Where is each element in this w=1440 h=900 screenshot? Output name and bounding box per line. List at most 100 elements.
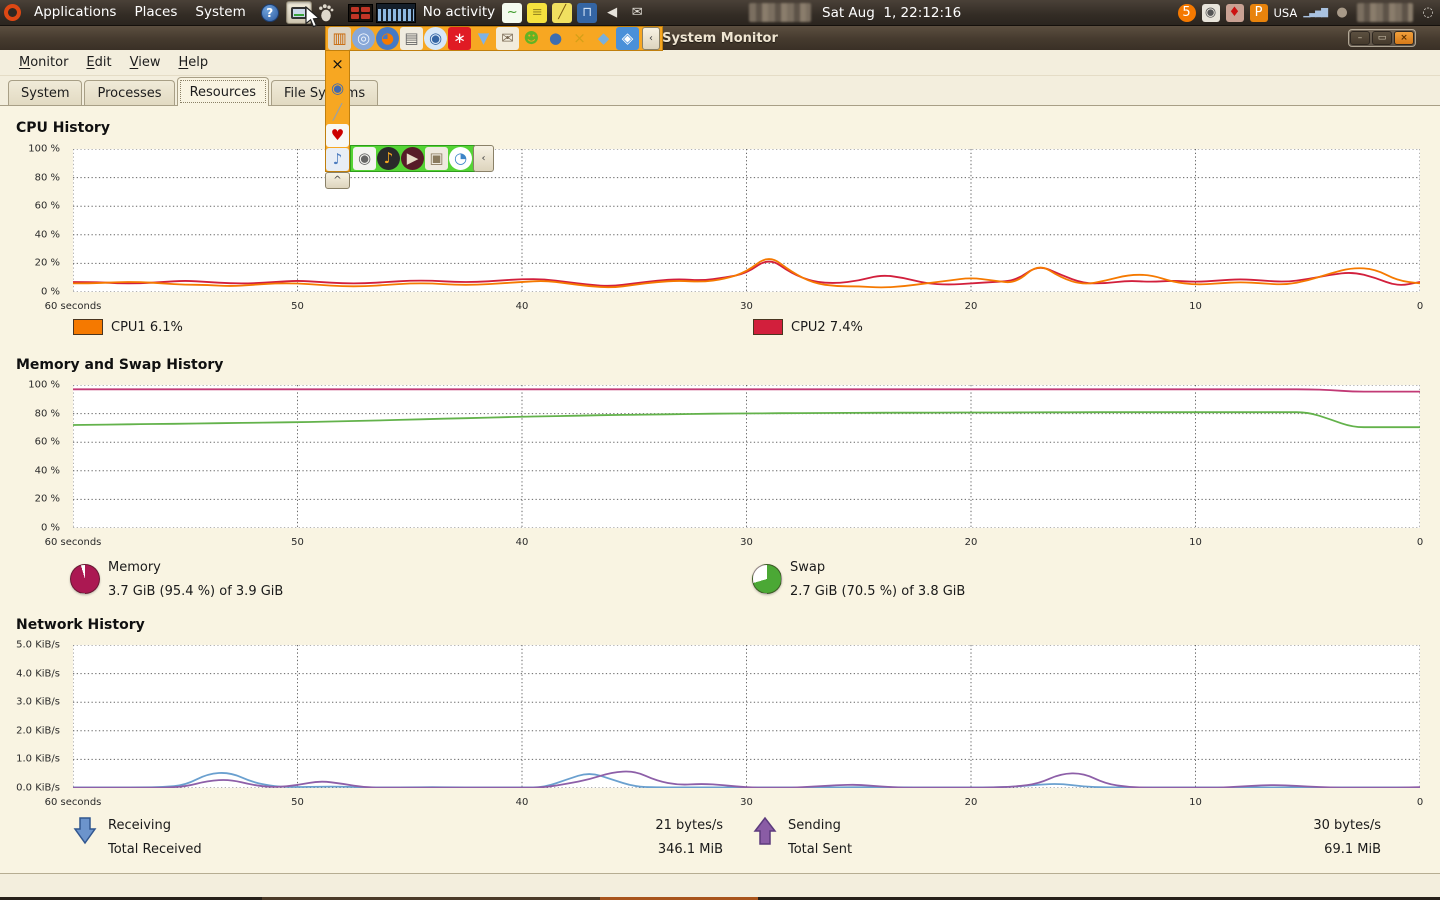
speaker-tray-icon[interactable]: ◉: [1201, 3, 1220, 22]
media-row-collapse-button[interactable]: ‹: [473, 145, 494, 172]
mail-app-icon[interactable]: ✉: [496, 27, 519, 50]
xchat-icon[interactable]: ×: [568, 27, 591, 50]
memory-swap-chart: [73, 385, 1420, 528]
ubuntu-logo-icon[interactable]: [4, 4, 21, 21]
menu-places[interactable]: Places: [125, 0, 186, 25]
news-reader-icon[interactable]: ▤: [400, 27, 423, 50]
drawer-media-row: ◉ ♪ ▶ ▣ ◔: [350, 145, 475, 172]
axis-tick: 20: [964, 301, 978, 312]
axis-tick: 60 seconds: [44, 797, 102, 808]
axis-tick: 1.0 KiB/s: [16, 753, 60, 765]
flame-icon[interactable]: ♦: [1225, 3, 1244, 22]
cards-icon[interactable]: ♥: [326, 124, 349, 148]
workspace-switcher[interactable]: [347, 3, 373, 22]
sending-label: Sending: [788, 818, 841, 833]
speaker-box-icon[interactable]: ◉: [353, 147, 376, 170]
axis-tick: 60 seconds: [44, 537, 102, 548]
signal-bars-icon[interactable]: ▁▃▅▇: [1303, 8, 1328, 18]
photos-icon[interactable]: ▣: [425, 147, 448, 170]
memory-value: 3.7 GiB (95.4 %) of 3.9 GiB: [108, 584, 284, 599]
axis-tick: 0 %: [40, 286, 60, 298]
swap-label: Swap: [790, 560, 826, 575]
menu-system[interactable]: System: [186, 0, 254, 25]
map-pin-icon[interactable]: ◈: [616, 27, 639, 50]
clock[interactable]: Sat Aug 1, 22:12:16: [822, 0, 961, 26]
cpu-x-axis: 60 seconds 50 40 30 20 10 0: [45, 301, 1424, 313]
chromium-icon[interactable]: ◎: [352, 27, 375, 50]
lock-icon[interactable]: ⊓: [577, 2, 598, 23]
pinwheel-icon[interactable]: ◔: [449, 147, 472, 170]
clipboard-icon[interactable]: P: [1249, 3, 1268, 22]
media-player-icon[interactable]: ▶: [401, 147, 424, 170]
tools-icon[interactable]: ×: [326, 53, 349, 76]
desktop: System Monitor – ▭ × Monitor Edit View Help…: [0, 0, 1440, 900]
drawer-collapse-left-button[interactable]: ‹: [642, 27, 660, 50]
download-arrow-icon[interactable]: ▼: [472, 27, 495, 50]
tab-processes[interactable]: Processes: [84, 80, 175, 105]
total-received-value: 346.1 MiB: [657, 842, 723, 857]
minimize-button[interactable]: –: [1350, 31, 1370, 45]
maximize-button[interactable]: ▭: [1372, 31, 1392, 45]
globe-network-icon[interactable]: ◉: [424, 27, 447, 50]
status-bar: [0, 873, 1440, 897]
axis-tick: 20 %: [34, 257, 60, 269]
menu-applications[interactable]: Applications: [25, 0, 125, 25]
chat-bubble-icon[interactable]: ●: [1333, 4, 1351, 22]
system-load-icon[interactable]: ~: [502, 2, 523, 23]
cpu-history-title: CPU History: [16, 120, 110, 136]
menu-item-edit[interactable]: Edit: [77, 50, 120, 75]
upload-arrow-icon: [753, 816, 777, 845]
trowel-icon[interactable]: ╱: [326, 101, 349, 124]
axis-tick: 40 %: [34, 465, 60, 477]
media-film-icon[interactable]: ♪: [326, 148, 349, 171]
total-sent-value: 69.1 MiB: [1324, 842, 1381, 857]
mail-notify-icon[interactable]: ✉: [627, 3, 647, 23]
dropbox-icon[interactable]: ◆: [592, 27, 615, 50]
memory-pie-icon: [70, 564, 100, 594]
drawer-side-column: × ◉ ╱ ♥ ♪: [325, 51, 350, 172]
menu-item-help[interactable]: Help: [169, 50, 217, 75]
science-icon[interactable]: ◉: [326, 77, 349, 100]
vinyl-icon[interactable]: ♪: [377, 147, 400, 170]
edit-note-icon[interactable]: ╱: [552, 2, 573, 23]
red-app-icon[interactable]: ∗: [448, 27, 471, 50]
close-button[interactable]: ×: [1394, 31, 1414, 45]
help-icon[interactable]: ?: [260, 3, 279, 22]
hamster-time-tracker[interactable]: No activity: [423, 0, 495, 25]
pidgin-icon[interactable]: ●: [544, 27, 567, 50]
firefox-icon[interactable]: ◕: [376, 27, 399, 50]
memory-swap-chart-canvas: [73, 385, 1420, 528]
axis-tick: 60 seconds: [44, 301, 102, 312]
axis-tick: 3.0 KiB/s: [16, 696, 60, 708]
window-controls: – ▭ ×: [1348, 29, 1416, 47]
axis-tick: 20 %: [34, 493, 60, 505]
tray-left: ~ ≡ ╱ ⊓ ◀ ✉: [502, 2, 647, 23]
volume-icon[interactable]: ◀: [602, 3, 622, 23]
green-user-icon[interactable]: ☻: [520, 27, 543, 50]
titlebar[interactable]: System Monitor – ▭ ×: [0, 26, 1440, 50]
axis-tick: 0: [1416, 537, 1424, 548]
panel-left-group: Applications Places System ? No activity…: [4, 0, 647, 25]
region-label[interactable]: USA: [1274, 6, 1298, 20]
network-chart: [73, 645, 1420, 788]
menu-item-monitor[interactable]: Monitor: [10, 50, 77, 75]
remote-desktop-icon[interactable]: ▥: [328, 27, 351, 50]
network-history-title: Network History: [16, 617, 145, 633]
censored-block: [1357, 3, 1413, 22]
axis-tick: 40: [515, 797, 529, 808]
badge-5-icon[interactable]: 5: [1177, 3, 1196, 22]
memory-swap-series-memory: [73, 388, 1420, 393]
sticky-note-icon[interactable]: ≡: [527, 2, 548, 23]
power-icon[interactable]: ◌: [1419, 4, 1437, 22]
tab-system[interactable]: System: [8, 80, 83, 105]
mouse-cursor: [305, 6, 321, 28]
memory-legend: Memory 3.7 GiB (95.4 %) of 3.9 GiB: [70, 556, 283, 604]
axis-tick: 10: [1189, 797, 1202, 808]
menu-item-view[interactable]: View: [121, 50, 170, 75]
drawer-collapse-up-button[interactable]: ^: [325, 172, 350, 189]
tab-resources[interactable]: Resources: [176, 77, 269, 106]
axis-tick: 50: [291, 797, 304, 808]
swap-value: 2.7 GiB (70.5 %) of 3.8 GiB: [790, 584, 966, 599]
system-monitor-applet[interactable]: [375, 2, 416, 23]
axis-tick: 60 %: [34, 200, 60, 212]
